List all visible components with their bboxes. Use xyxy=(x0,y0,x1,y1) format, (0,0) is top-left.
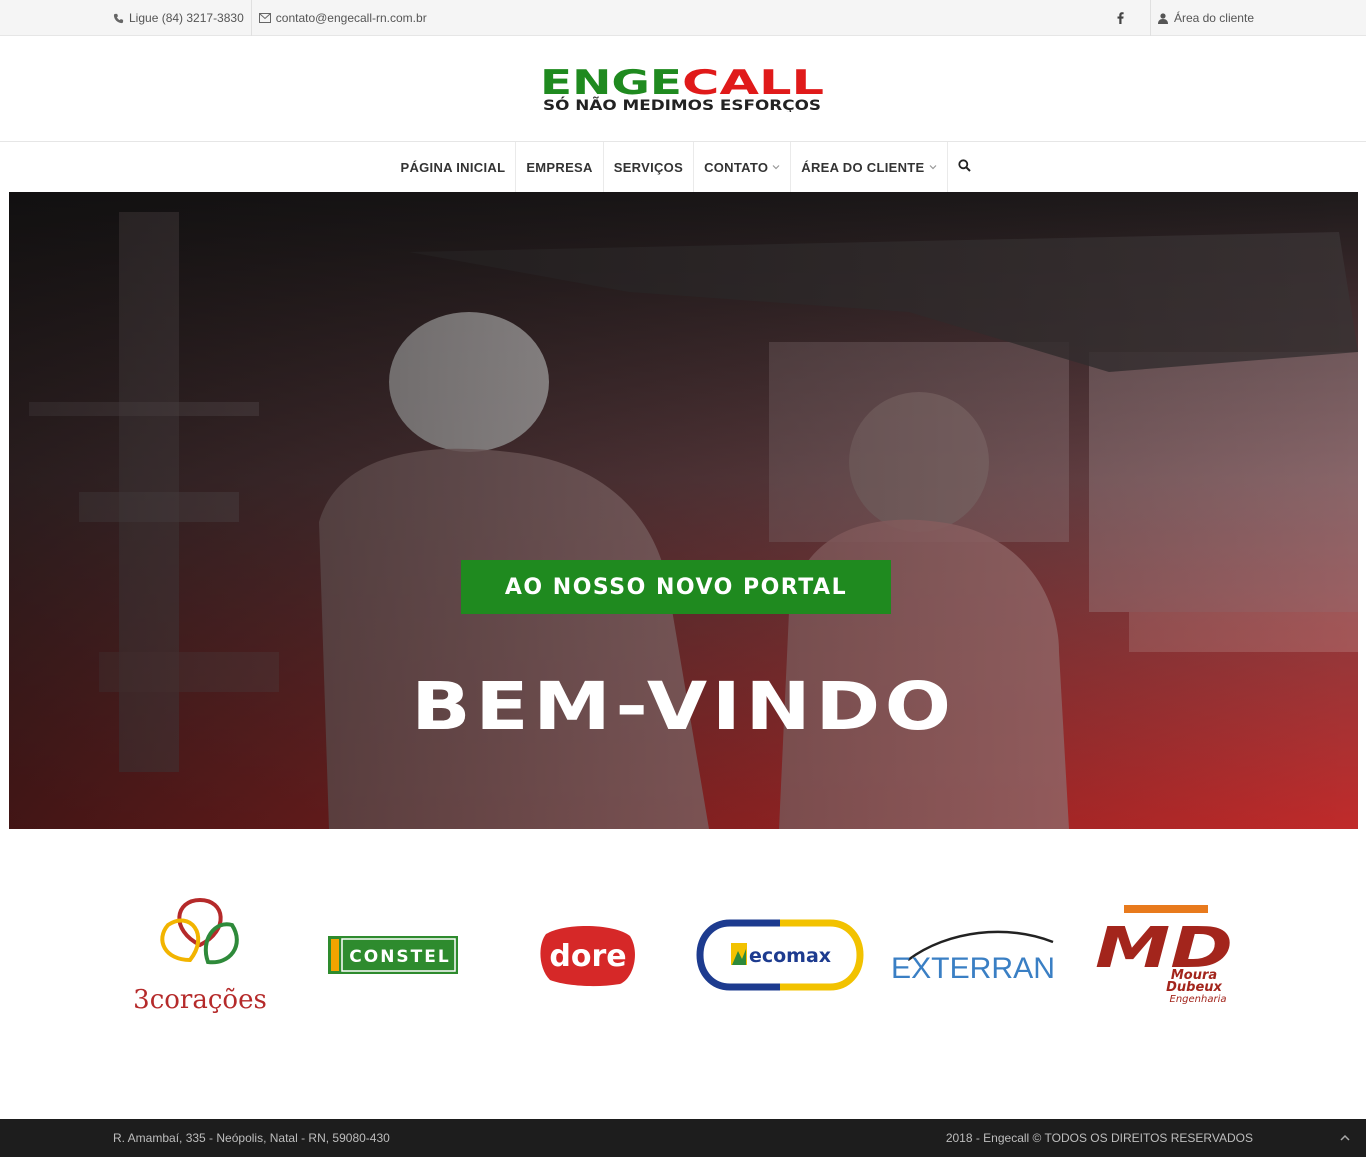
footer: R. Amambaí, 335 - Neópolis, Natal - RN, … xyxy=(0,1119,1366,1157)
logo-tagline: SÓ NÃO MEDIMOS ESFORÇOS xyxy=(543,96,821,112)
partner-line3: Engenharia xyxy=(1170,994,1227,1005)
header-logo-area: ENGE CALL SÓ NÃO MEDIMOS ESFORÇOS xyxy=(0,36,1366,142)
nav-item-pagina-inicial[interactable]: PÁGINA INICIAL xyxy=(390,142,517,192)
partner-logo-ecomax[interactable]: ecomax xyxy=(696,890,864,1020)
email-text: contato@engecall-rn.com.br xyxy=(275,11,427,25)
nav-item-contato[interactable]: CONTATO xyxy=(694,142,792,192)
nav-item-servicos[interactable]: SERVIÇOS xyxy=(604,142,695,192)
client-area-text: Área do cliente xyxy=(1173,11,1254,25)
partner-name: EXTERRAN xyxy=(891,952,1055,985)
chevron-down-icon xyxy=(772,163,780,171)
main-navigation: PÁGINA INICIAL EMPRESA SERVIÇOS CONTATO … xyxy=(0,142,1366,192)
partner-name: CONSTEL xyxy=(349,947,450,967)
nav-item-empresa[interactable]: EMPRESA xyxy=(516,142,604,192)
nav-label: EMPRESA xyxy=(526,159,593,175)
partner-line2: Dubeux xyxy=(1166,980,1222,995)
partners-logos: 3corações CONSTEL dore ecomax EXTERRAN M… xyxy=(0,890,1366,1020)
nav-label: PÁGINA INICIAL xyxy=(400,159,506,175)
partner-name: 3corações xyxy=(133,985,267,1015)
footer-copyright: 2018 - Engecall © TODOS OS DIREITOS RESE… xyxy=(945,1131,1253,1145)
partner-name: ecomax xyxy=(749,945,831,967)
phone-text: Ligue (84) 3217-3830 xyxy=(129,11,244,25)
footer-address: R. Amambaí, 335 - Neópolis, Natal - RN, … xyxy=(113,1131,390,1145)
partner-logo-dore[interactable]: dore xyxy=(536,890,640,1020)
hero-subtitle: AO NOSSO NOVO PORTAL xyxy=(461,560,891,614)
client-area-link[interactable]: Área do cliente xyxy=(1157,11,1254,25)
facebook-icon[interactable] xyxy=(1111,0,1151,36)
hero-title: BEM-VINDO xyxy=(411,668,956,745)
phone-contact[interactable]: Ligue (84) 3217-3830 xyxy=(112,0,251,36)
chevron-up-icon[interactable] xyxy=(1338,1131,1352,1145)
envelope-icon xyxy=(258,12,271,24)
partner-logo-constel[interactable]: CONSTEL xyxy=(328,890,460,1020)
user-icon xyxy=(1157,12,1169,24)
phone-icon xyxy=(112,12,124,24)
search-button[interactable] xyxy=(948,142,981,192)
nav-label: ÁREA DO CLIENTE xyxy=(801,159,925,175)
hero-banner: BEM-VINDO AO NOSSO NOVO PORTAL xyxy=(9,192,1358,829)
nav-label: CONTATO xyxy=(704,159,769,175)
chevron-down-icon xyxy=(929,163,937,171)
search-icon xyxy=(957,159,971,175)
partner-logo-exterran[interactable]: EXTERRAN xyxy=(888,890,1058,1020)
top-bar: Ligue (84) 3217-3830 contato@engecall-rn… xyxy=(0,0,1366,36)
partner-name: dore xyxy=(549,939,626,974)
email-contact[interactable]: contato@engecall-rn.com.br xyxy=(250,0,434,36)
engecall-logo[interactable]: ENGE CALL SÓ NÃO MEDIMOS ESFORÇOS xyxy=(540,64,824,112)
nav-label: SERVIÇOS xyxy=(613,159,684,175)
partner-logo-moura-dubeux[interactable]: MD Moura Dubeux Engenharia xyxy=(1094,890,1238,1020)
nav-item-area-do-cliente[interactable]: ÁREA DO CLIENTE xyxy=(791,142,948,192)
partner-logo-3coracoes[interactable]: 3corações xyxy=(130,890,270,1020)
